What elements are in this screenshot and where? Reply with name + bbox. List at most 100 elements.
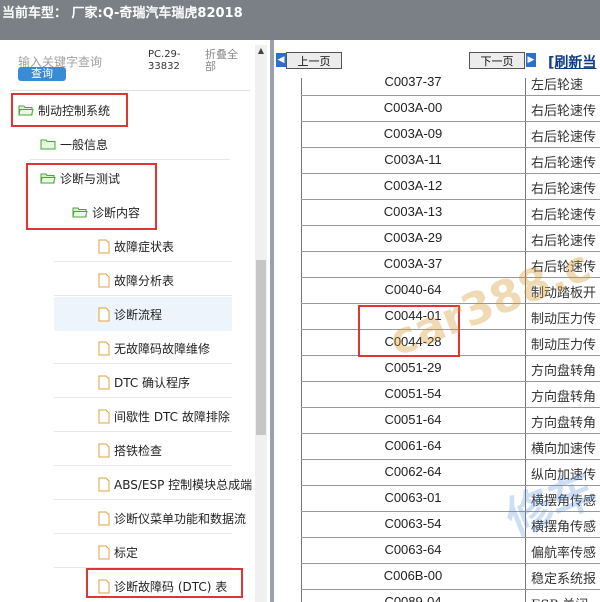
table-row: C0040-64 制动踏板开 [301,278,600,304]
dtc-description-cell: ESP 关闭 [531,594,588,602]
tree-item-label: 搭铁检查 [114,443,163,458]
tree-item-label: 一般信息 [60,137,109,152]
dtc-code-cell: C003A-29 [383,230,443,245]
table-row: C003A-12 右后轮速传 [301,174,600,200]
prev-page-button[interactable]: 上一页 [286,52,342,69]
dtc-description-cell: 制动压力传 [531,338,597,353]
dtc-description-cell: 右后轮速传 [531,234,597,249]
dtc-description-cell: 纵向加速传 [531,468,597,483]
divider [54,431,232,432]
table-row: C0051-64 方向盘转角 [301,408,600,434]
tree-item-label: 间歇性 DTC 故障排除 [114,409,230,424]
tree-item-ground-check[interactable]: 搭铁检查 [98,435,162,465]
table-row: C0089-04 ESP 关闭 [301,590,600,602]
tree-item-label: DTC 确认程序 [114,375,191,390]
scrollbar-thumb[interactable] [256,260,266,435]
dtc-code-cell: C0063-54 [384,516,442,531]
right-arrow-icon[interactable]: ▶ [526,53,536,67]
table-row: C003A-00 右后轮速传 [301,96,600,122]
dtc-code-cell: C0051-64 [384,412,442,427]
refresh-link[interactable]: [刷新当 [548,52,596,72]
document-icon [98,273,110,288]
tree-item-label: 诊断流程 [114,307,163,322]
table-row: C0051-29 方向盘转角 [301,356,600,382]
table-row: C006B-00 稳定系统报 [301,564,600,590]
dtc-code-cell: C003A-11 [384,152,442,167]
table-row: C0063-01 横摆角传感 [301,486,600,512]
dtc-code-cell: C0063-64 [384,542,442,557]
tree-item-abs-esp-module[interactable]: ABS/ESP 控制模块总成端 [98,469,252,499]
pc-code-label: PC.29-33832 [148,49,181,72]
search-area: 输入关键字查询 查询 PC.29-33832 折叠全部 [0,40,270,88]
table-row: C003A-37 右后轮速传 [301,252,600,278]
dtc-code-cell: C0040-64 [384,282,442,297]
top-bar: 当前车型： 厂家:Q-奇瑞汽车瑞虎82018 [0,0,600,40]
tree-scrollbar[interactable]: ▲ [255,45,267,602]
dtc-description-cell: 左后轮速 [531,78,584,93]
divider [54,533,232,534]
folder-icon [40,139,56,150]
dtc-code-cell: C0063-01 [384,490,442,505]
scroll-up-arrow-icon[interactable]: ▲ [255,45,267,57]
divider [54,465,232,466]
document-icon [98,239,110,254]
highlight-box [358,305,460,357]
tree-item-fault-analysis-table[interactable]: 故障分析表 [98,265,174,295]
dtc-code-cell: C0062-64 [384,464,442,479]
table-row: C003A-13 右后轮速传 [301,200,600,226]
dtc-description-cell: 偏航率传感 [531,546,597,561]
tree-item-dtc-confirmation[interactable]: DTC 确认程序 [98,367,190,397]
highlight-box [26,163,157,230]
dtc-description-cell: 方向盘转角 [531,390,597,405]
tree-item-calibration[interactable]: 标定 [98,537,138,567]
tree-item-diagnostic-flow[interactable]: 诊断流程 [98,299,162,329]
next-page-button[interactable]: 下一页 [469,52,525,69]
dtc-description-cell: 稳定系统报 [531,572,597,587]
tree-item-fault-symptom-table[interactable]: 故障症状表 [98,231,174,261]
tree-item-label: 故障症状表 [114,239,175,254]
tree-item-label: 故障分析表 [114,273,175,288]
document-icon [98,375,110,390]
table-row: C003A-09 右后轮速传 [301,122,600,148]
dtc-description-cell: 横向加速传 [531,442,597,457]
dtc-description-cell: 右后轮速传 [531,208,597,223]
search-button[interactable]: 查询 [18,67,66,81]
tree-item-intermittent-dtc[interactable]: 间歇性 DTC 故障排除 [98,401,230,431]
divider [54,499,232,500]
table-row: C0063-54 横摆角传感 [301,512,600,538]
dtc-code-cell: C003A-00 [383,100,443,115]
dtc-code-cell: C0061-64 [384,438,442,453]
tree-item-no-dtc-repair[interactable]: 无故障码故障维修 [98,333,210,363]
collapse-all-button[interactable]: 折叠全部 [205,49,245,73]
vehicle-label: 当前车型： 厂家:Q-奇瑞汽车瑞虎82018 [2,6,243,21]
dtc-description-cell: 横摆角传感 [531,520,597,535]
dtc-code-cell: C003A-12 [383,178,443,193]
tree-item-label: ABS/ESP 控制模块总成端 [114,477,253,492]
table-row: C0051-54 方向盘转角 [301,382,600,408]
tree-item-label: 无故障码故障维修 [114,341,211,356]
tree-item-general-info[interactable]: 一般信息 [40,129,108,159]
table-row: C003A-11 右后轮速传 [301,148,600,174]
left-tree-pane: 输入关键字查询 查询 PC.29-33832 折叠全部 制动控制系统 一般信息 … [0,40,270,602]
document-icon [98,443,110,458]
right-content-pane: ◀ 上一页 下一页 ▶ [刷新当 C0037-37 左后轮速 C003A-00 右后轮… [274,40,600,602]
table-row: C0062-64 纵向加速传 [301,460,600,486]
dtc-code-cell: C0089-04 [384,594,442,602]
divider [54,295,232,296]
table-row: C0037-37 左后轮速 [301,70,600,96]
document-icon [98,545,110,560]
tree-item-scan-tool-menu[interactable]: 诊断仪菜单功能和数据流 [98,503,246,533]
dtc-code-cell: C0051-54 [384,386,442,401]
tree-item-label: 诊断仪菜单功能和数据流 [114,511,247,526]
document-icon [98,511,110,526]
divider [54,363,232,364]
dtc-code-cell: C003A-13 [383,204,443,219]
left-arrow-icon[interactable]: ◀ [276,53,286,67]
dtc-code-cell: C006B-00 [383,568,443,583]
dtc-code-cell: C003A-09 [383,126,443,141]
dtc-description-cell: 制动踏板开 [531,286,597,301]
table-row: C003A-29 右后轮速传 [301,226,600,252]
dtc-code-cell: C0037-37 [384,74,442,89]
dtc-description-cell: 右后轮速传 [531,182,597,197]
divider [54,261,232,262]
